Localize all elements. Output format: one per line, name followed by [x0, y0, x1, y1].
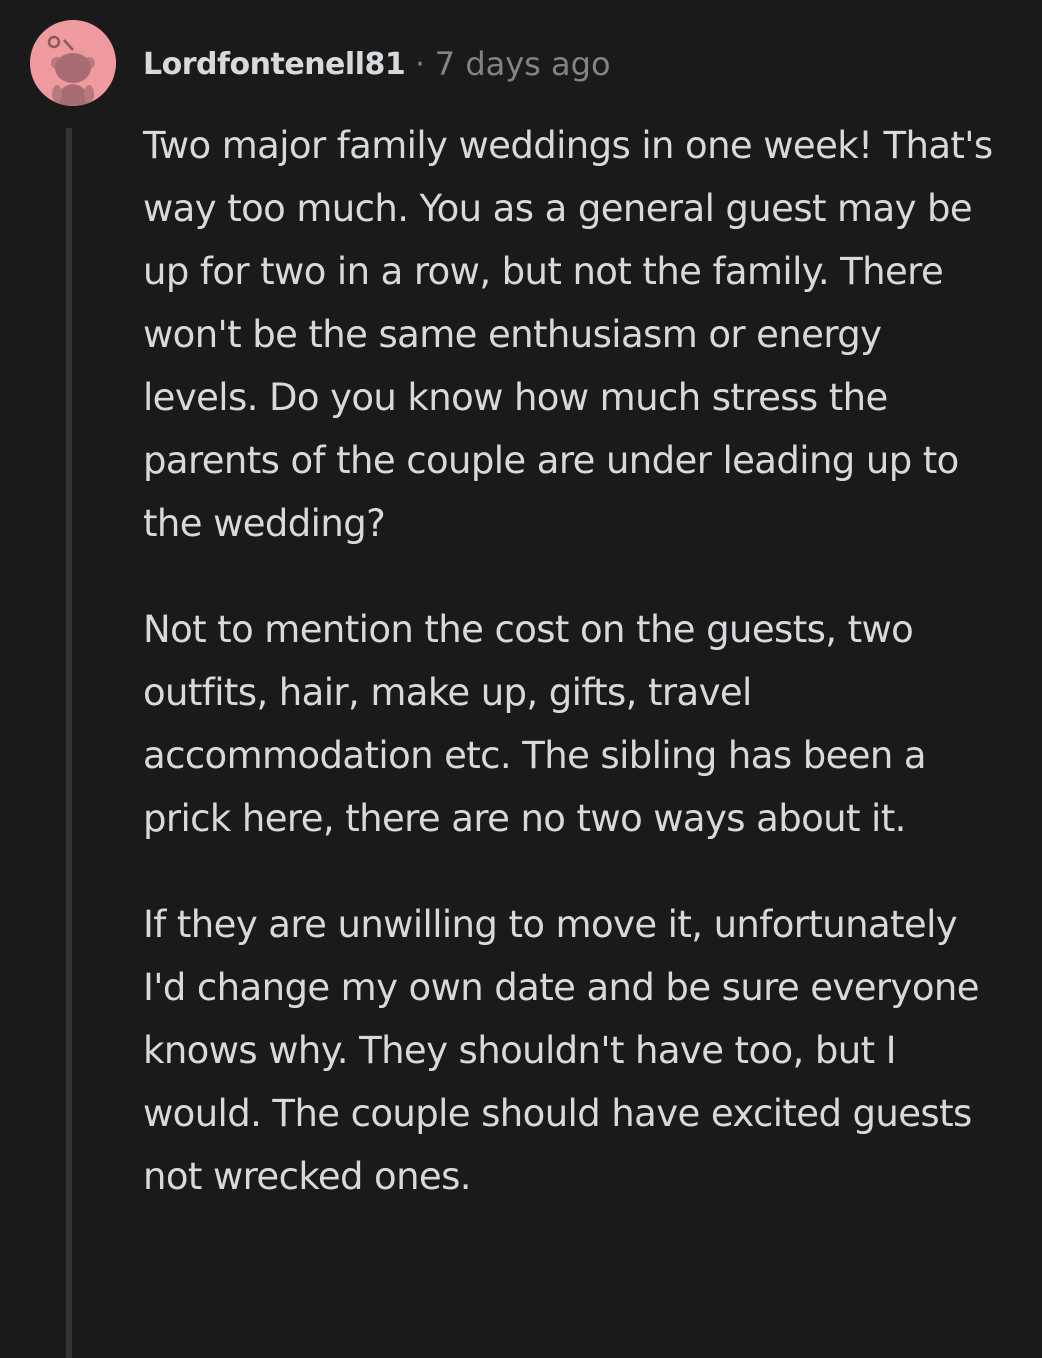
thread-line[interactable]: [66, 128, 72, 1358]
comment-paragraph: Not to mention the cost on the guests, t…: [143, 608, 927, 840]
comment-paragraph: If they are unwilling to move it, unfort…: [143, 903, 979, 1198]
snoo-avatar-icon: [30, 20, 116, 106]
comment-header: Lordfontenell81 · 7 days ago: [143, 40, 611, 88]
username-link[interactable]: Lordfontenell81: [143, 47, 406, 82]
comment: Lordfontenell81 · 7 days ago Two major f…: [0, 0, 1042, 1358]
comment-body: Two major family weddings in one week! T…: [143, 114, 1003, 1251]
timestamp-link[interactable]: 7 days ago: [435, 45, 611, 83]
meta-separator: ·: [415, 46, 425, 82]
comment-paragraph: Two major family weddings in one week! T…: [143, 124, 993, 545]
avatar[interactable]: [30, 20, 116, 106]
